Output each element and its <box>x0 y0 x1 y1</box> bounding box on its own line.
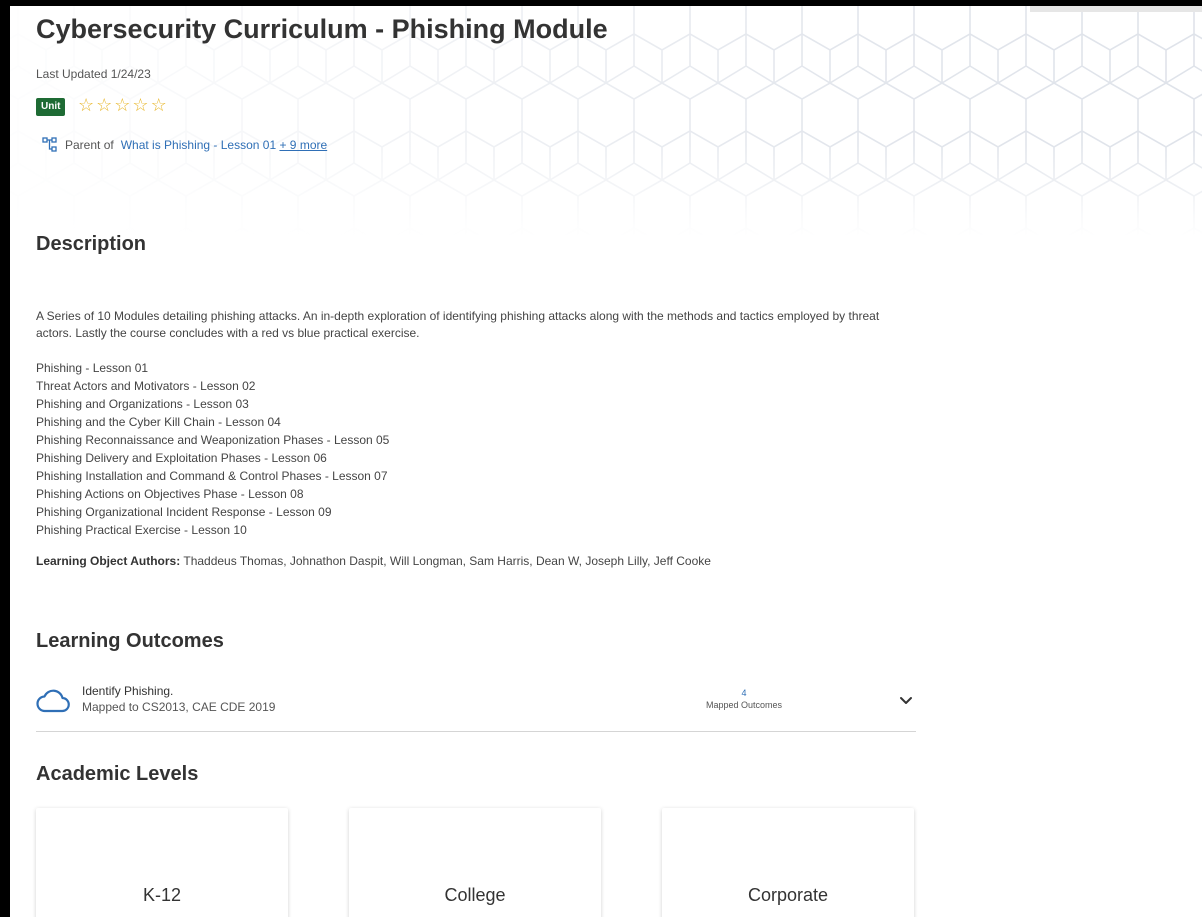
mapped-outcomes-label: Mapped Outcomes <box>705 700 783 710</box>
authors-label: Learning Object Authors: <box>36 554 181 568</box>
list-item: Threat Actors and Motivators - Lesson 02 <box>36 379 256 393</box>
top-right-strip <box>1030 6 1202 12</box>
unit-badge: Unit <box>36 98 66 116</box>
list-item: Phishing Actions on Objectives Phase - L… <box>36 487 304 501</box>
academic-level-label: Corporate <box>747 885 829 905</box>
parent-of-row: Parent of What is Phishing - Lesson 01 +… <box>42 137 327 153</box>
list-item: Phishing Reconnaissance and Weaponizatio… <box>36 433 390 447</box>
list-item: Phishing Organizational Incident Respons… <box>36 505 332 519</box>
star-outline-icon[interactable]: ☆ <box>132 95 148 115</box>
academic-level-label: K-12 <box>142 885 182 905</box>
academic-level-card-corporate[interactable]: Corporate <box>662 808 914 917</box>
page-title: Cybersecurity Curriculum - Phishing Modu… <box>36 14 608 44</box>
academic-level-label: College <box>444 885 506 905</box>
star-outline-icon[interactable]: ☆ <box>96 95 112 115</box>
academic-level-card-college[interactable]: College <box>349 808 601 917</box>
lesson-list: Phishing - Lesson 01 Threat Actors and M… <box>36 359 389 539</box>
description-heading: Description <box>36 233 147 255</box>
description-summary: A Series of 10 Modules detailing phishin… <box>36 309 880 340</box>
chevron-down-icon[interactable] <box>898 692 914 708</box>
star-outline-icon[interactable]: ☆ <box>114 95 130 115</box>
outcome-title: Identify Phishing. <box>82 684 174 698</box>
hierarchy-icon <box>42 137 57 152</box>
authors-names: Thaddeus Thomas, Johnathon Daspit, Will … <box>183 554 711 568</box>
parent-prefix: Parent of <box>65 138 114 152</box>
list-item: Phishing and the Cyber Kill Chain - Less… <box>36 415 281 429</box>
page: Cybersecurity Curriculum - Phishing Modu… <box>10 6 1202 917</box>
authors-line: Learning Object Authors: Thaddeus Thomas… <box>36 554 711 568</box>
star-rating[interactable]: ☆ ☆ ☆ ☆ ☆ <box>78 95 167 115</box>
more-link[interactable]: + 9 more <box>279 138 327 152</box>
list-item: Phishing Practical Exercise - Lesson 10 <box>36 523 247 537</box>
list-item: Phishing and Organizations - Lesson 03 <box>36 397 249 411</box>
list-item: Phishing Installation and Command & Cont… <box>36 469 388 483</box>
parent-link[interactable]: What is Phishing - Lesson 01 <box>121 138 276 152</box>
learning-outcome-row[interactable]: Identify Phishing. Mapped to CS2013, CAE… <box>36 678 916 732</box>
academic-levels-heading: Academic Levels <box>36 763 199 785</box>
outcome-mapped-to: Mapped to CS2013, CAE CDE 2019 <box>82 700 276 714</box>
list-item: Phishing Delivery and Exploitation Phase… <box>36 451 327 465</box>
cloud-icon <box>36 689 70 713</box>
academic-level-card-k12[interactable]: K-12 <box>36 808 288 917</box>
star-outline-icon[interactable]: ☆ <box>151 95 167 115</box>
last-updated: Last Updated 1/24/23 <box>36 67 151 81</box>
star-outline-icon[interactable]: ☆ <box>78 95 94 115</box>
list-item: Phishing - Lesson 01 <box>36 361 149 375</box>
learning-outcomes-heading: Learning Outcomes <box>36 630 224 652</box>
mapped-outcomes-count: 4 <box>741 688 747 698</box>
